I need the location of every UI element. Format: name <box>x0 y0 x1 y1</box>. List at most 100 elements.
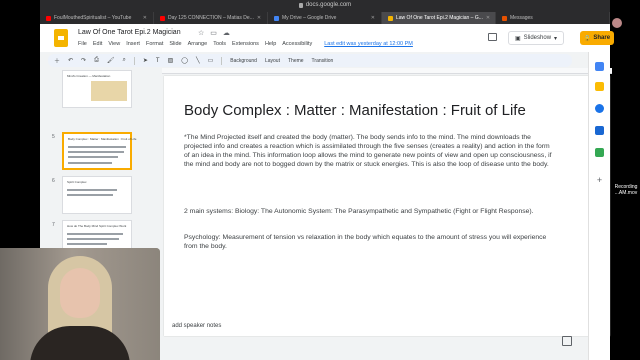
slide-thumbnail-row[interactable]: 6 Spirit Complex <box>48 176 136 216</box>
close-icon[interactable]: ✕ <box>486 15 490 21</box>
browser-tab[interactable]: FoulMouthedSpiritualist – YouTube ✕ <box>40 12 154 24</box>
calendar-icon[interactable] <box>595 62 604 71</box>
comment-add-icon[interactable]: ▭ <box>208 57 214 64</box>
background-button[interactable]: Background <box>230 58 257 64</box>
expand-panel-icon[interactable] <box>562 336 572 346</box>
document-title[interactable]: Law Of One Tarot Epi.2 Magician <box>78 29 181 36</box>
line-icon[interactable]: ╲ <box>196 57 200 64</box>
thumb-title: Mind's Creation — Manifestation <box>67 74 111 78</box>
desktop-recording-file[interactable]: Recording ...AM.mov <box>612 184 640 196</box>
menu-tools[interactable]: Tools <box>213 41 226 47</box>
side-panel: + <box>588 52 610 360</box>
url-display[interactable]: docs.google.com <box>298 2 352 8</box>
cursor-icon[interactable]: ➤ <box>143 57 148 64</box>
browser-chrome: docs.google.com FoulMouthedSpiritualist … <box>40 0 610 24</box>
menu-arrange[interactable]: Arrange <box>188 41 208 47</box>
chevron-down-icon[interactable]: ▾ <box>554 35 557 42</box>
layout-button[interactable]: Layout <box>265 58 280 64</box>
address-bar[interactable]: docs.google.com <box>40 0 610 10</box>
paint-format-icon[interactable]: 🖌 <box>107 57 115 64</box>
menu-slide[interactable]: Slide <box>169 41 181 47</box>
slides-logo-icon[interactable] <box>54 29 68 47</box>
divider <box>221 56 223 65</box>
cloud-icon[interactable]: ☁ <box>223 29 230 37</box>
tasks-icon[interactable] <box>595 104 604 113</box>
slide-number: 5 <box>52 134 55 140</box>
thumb-title: Body Complex : Matter : Manifestation : … <box>68 137 137 141</box>
image-icon[interactable]: ▨ <box>168 57 174 64</box>
menu-insert[interactable]: Insert <box>126 41 140 47</box>
add-addon-icon[interactable]: + <box>595 176 604 185</box>
thumb-title: Spirit Complex <box>67 180 87 184</box>
lock-icon: 🔒 <box>583 35 592 42</box>
star-icon[interactable]: ☆ <box>198 29 204 37</box>
tab-label: Day 125 CONNECTION – Matias De... <box>168 15 254 21</box>
maps-icon[interactable] <box>595 148 604 157</box>
menu-accessibility[interactable]: Accessibility <box>282 41 312 47</box>
slideshow-button[interactable]: ▣ Slideshow ▾ <box>508 31 565 45</box>
slide-canvas[interactable]: Body Complex : Matter : Manifestation : … <box>164 76 610 336</box>
redo-icon[interactable]: ↷ <box>81 57 86 64</box>
slide-body-paragraph[interactable]: *The Mind Projected itself and created t… <box>184 134 554 170</box>
theme-button[interactable]: Theme <box>288 58 304 64</box>
thumb-text-line <box>67 243 107 245</box>
menu-edit[interactable]: Edit <box>93 41 102 47</box>
new-slide-icon[interactable]: ＋ <box>54 56 60 65</box>
slide-thumbnail-row[interactable]: Mind's Creation — Manifestation <box>48 70 136 110</box>
lock-icon <box>298 2 303 8</box>
slide-body-paragraph[interactable]: 2 main systems: Biology: The Autonomic S… <box>184 208 554 217</box>
keep-icon[interactable] <box>595 82 604 91</box>
comment-icon[interactable] <box>488 33 497 41</box>
tab-label: Law Of One Tarot Epi.2 Magician – G... <box>396 15 483 21</box>
thumb-text-line <box>68 156 118 158</box>
undo-icon[interactable]: ↶ <box>68 57 73 64</box>
menu-help[interactable]: Help <box>265 41 276 47</box>
print-icon[interactable]: ⎙ <box>94 57 99 64</box>
thumb-text-line <box>68 162 112 164</box>
slide-number: 7 <box>52 222 55 228</box>
thumb-text-line <box>67 233 123 235</box>
menu-view[interactable]: View <box>108 41 120 47</box>
url-text: docs.google.com <box>305 2 352 8</box>
youtube-icon <box>160 15 165 21</box>
close-icon[interactable]: ✕ <box>143 15 147 21</box>
slide-body-paragraph[interactable]: Psychology: Measurement of tension vs re… <box>184 234 554 252</box>
browser-tab[interactable]: Messages <box>496 12 610 24</box>
thumb-text-line <box>68 151 124 153</box>
browser-tab[interactable]: My Drive – Google Drive ✕ <box>268 12 382 24</box>
close-icon[interactable]: ✕ <box>257 15 261 21</box>
webcam-person-face <box>60 268 100 318</box>
transition-button[interactable]: Transition <box>312 58 334 64</box>
speaker-notes[interactable]: add speaker notes <box>158 320 578 334</box>
browser-tab[interactable]: Day 125 CONNECTION – Matias De... ✕ <box>154 12 268 24</box>
contacts-icon[interactable] <box>595 126 604 135</box>
thumb-image <box>91 81 127 101</box>
menu-format[interactable]: Format <box>146 41 163 47</box>
shape-icon[interactable]: ◯ <box>181 57 188 64</box>
webcam-overlay <box>0 248 160 360</box>
slide-thumbnail[interactable]: Mind's Creation — Manifestation <box>62 70 132 108</box>
slide-thumbnail[interactable]: Spirit Complex <box>62 176 132 214</box>
thumb-text-line <box>67 194 113 196</box>
screen: docs.google.com FoulMouthedSpiritualist … <box>0 0 640 360</box>
textbox-icon[interactable]: T <box>156 58 160 64</box>
last-edit-link[interactable]: Last edit was yesterday at 12:00 PM <box>324 41 413 47</box>
youtube-icon <box>46 15 51 21</box>
menu-bar: File Edit View Insert Format Slide Arran… <box>78 41 413 47</box>
share-button[interactable]: 🔒 Share <box>580 31 614 45</box>
move-folder-icon[interactable]: ▭ <box>210 29 217 37</box>
slide-title[interactable]: Body Complex : Matter : Manifestation : … <box>184 102 526 119</box>
slide-thumbnail-selected[interactable]: Body Complex : Matter : Manifestation : … <box>62 132 136 170</box>
slide-thumbnail-row[interactable]: 5 Body Complex : Matter : Manifestation … <box>48 132 136 172</box>
toolbar: ＋ ↶ ↷ ⎙ 🖌 ⌕ ➤ T ▨ ◯ ╲ ▭ Background Layou… <box>48 54 572 67</box>
browser-tab-active[interactable]: Law Of One Tarot Epi.2 Magician – G... ✕ <box>382 12 496 24</box>
zoom-icon[interactable]: ⌕ <box>123 57 126 64</box>
thumb-title: How do The Body Mind Spirit Complex Work <box>67 224 127 228</box>
menu-extensions[interactable]: Extensions <box>232 41 259 47</box>
account-avatar[interactable] <box>612 18 622 28</box>
thumb-text-line <box>67 238 119 240</box>
close-icon[interactable]: ✕ <box>371 15 375 21</box>
horizontal-ruler[interactable] <box>162 68 612 74</box>
present-icon: ▣ <box>515 35 521 42</box>
menu-file[interactable]: File <box>78 41 87 47</box>
